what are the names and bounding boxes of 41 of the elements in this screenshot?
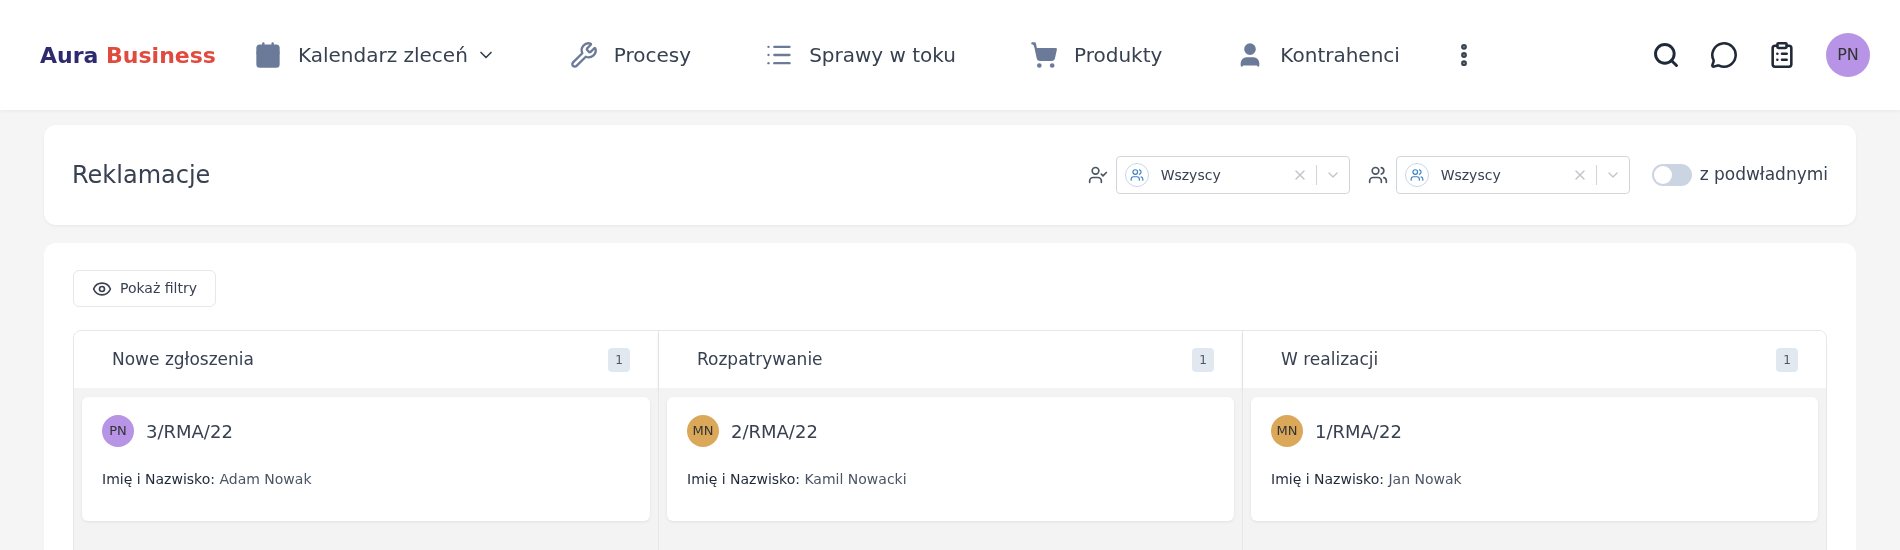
avatar: MN	[1271, 415, 1303, 447]
toggle-switch[interactable]	[1651, 164, 1692, 186]
column-title: W realizacji	[1281, 347, 1380, 371]
ticket-field: Imię i Nazwisko: Kamil Nowacki	[687, 469, 1214, 490]
calendar-icon	[253, 41, 282, 69]
ticket-number: 3/RMA/22	[146, 419, 233, 444]
avatar: PN	[102, 415, 134, 447]
column-title: Nowe zgłoszenia	[112, 347, 255, 371]
assignee-select[interactable]: Wszyscy	[1115, 156, 1350, 194]
ticket-card[interactable]: MN 2/RMA/22 Imię i Nazwisko: Kamil Nowacki	[667, 397, 1234, 521]
ticket-card[interactable]: MN 1/RMA/22 Imię i Nazwisko: Jan Nowak	[1251, 397, 1818, 521]
count-badge: 1	[1192, 347, 1214, 372]
count-badge: 1	[1776, 347, 1798, 372]
chat-icon[interactable]	[1710, 41, 1738, 69]
avatar: MN	[687, 415, 719, 447]
ticket-number: 2/RMA/22	[731, 419, 818, 444]
toggle-label: z podwładnymi	[1699, 163, 1828, 187]
person-check-icon	[1087, 165, 1108, 185]
nav-link[interactable]: Procesy	[569, 40, 692, 70]
clipboard-icon[interactable]	[1768, 41, 1796, 69]
wrench-icon	[569, 41, 598, 69]
nav-link[interactable]: Sprawy w toku	[765, 40, 956, 70]
ticket-card[interactable]: PN 3/RMA/22 Imię i Nazwisko: Adam Nowak	[82, 397, 650, 521]
people-icon	[1367, 165, 1388, 185]
brand-logo[interactable]: Aura Business	[40, 38, 216, 72]
column-title: Rozpatrywanie	[697, 347, 824, 371]
nav-link[interactable]: Kalendarz zleceń	[253, 40, 496, 70]
avatar: PN	[1826, 33, 1870, 77]
page-title: Reklamacje	[72, 160, 211, 191]
assignee-select[interactable]: Wszyscy	[1395, 156, 1630, 194]
nav-link[interactable]: Produkty	[1030, 40, 1163, 70]
ticket-field: Imię i Nazwisko: Jan Nowak	[1271, 469, 1798, 490]
count-badge: 1	[608, 347, 630, 372]
cart-icon	[1030, 41, 1058, 69]
select-value: Wszyscy	[1160, 165, 1222, 185]
nav-link[interactable]: Kontrahenci	[1236, 40, 1400, 70]
search-icon[interactable]	[1652, 41, 1680, 69]
ticket-number: 1/RMA/22	[1315, 419, 1402, 444]
ticket-field: Imię i Nazwisko: Adam Nowak	[102, 469, 630, 490]
select-value: Wszyscy	[1440, 165, 1502, 185]
show-filters-button[interactable]: Pokaż filtry	[73, 270, 216, 307]
